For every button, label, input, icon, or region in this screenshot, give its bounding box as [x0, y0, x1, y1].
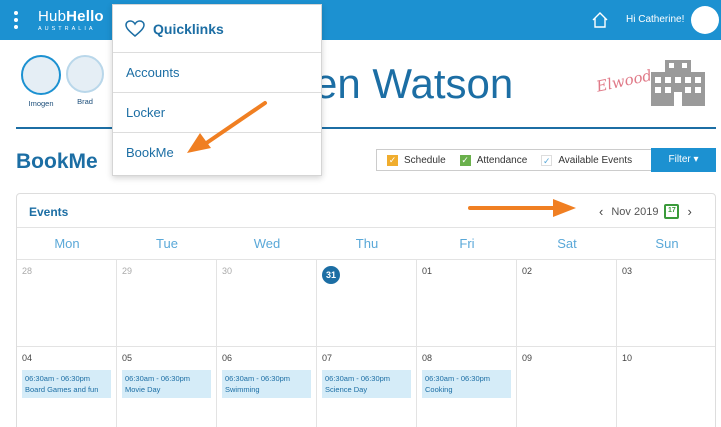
- legend-label: Attendance: [476, 154, 528, 166]
- weekday-label: Sun: [655, 236, 679, 251]
- profile-imogen[interactable]: Imogen: [21, 55, 61, 108]
- heart-icon: [125, 19, 145, 37]
- calendar-header: Events ‹ Nov 2019 17 ›: [17, 194, 715, 228]
- menu-item-bookme[interactable]: BookMe: [113, 133, 321, 173]
- menu-item-locker[interactable]: Locker: [113, 93, 321, 133]
- day-number: 02: [522, 266, 533, 276]
- day-number: 29: [122, 266, 133, 276]
- event-item[interactable]: 06:30am - 06:30pm Science Day: [322, 370, 411, 398]
- weekday-label: Mon: [54, 236, 80, 251]
- hubhello-logo[interactable]: HubHello AUSTRALIA: [38, 8, 104, 32]
- toggle-attendance[interactable]: ✓ Attendance: [459, 154, 528, 166]
- legend-toggles: ✓ Schedule ✓ Attendance ✓ Available Even…: [376, 149, 651, 171]
- day-number: 09: [522, 353, 533, 363]
- weekday-label: Wed: [253, 236, 281, 251]
- event-title: Movie Day: [125, 385, 161, 394]
- brand-bold: Hello: [66, 8, 104, 25]
- calendar-day[interactable]: 29: [117, 259, 217, 346]
- profile-brad[interactable]: Brad: [66, 55, 104, 106]
- weekday-header: Mon Tue Wed Thu Fri Sat Sun: [17, 229, 715, 259]
- calendar-title: Events: [29, 205, 69, 219]
- checkbox-available-events[interactable]: ✓: [541, 154, 553, 166]
- calendar-day[interactable]: 10: [617, 346, 715, 427]
- weekday-label: Tue: [156, 236, 178, 251]
- month-label: Nov 2019: [611, 205, 659, 218]
- calendar-grid: 28 29 30 31 01 02 03 04 06:30am - 06:30pm Board G…: [17, 259, 715, 427]
- quicklinks-header[interactable]: Quicklinks: [113, 5, 321, 53]
- user-greeting[interactable]: Hi Catherine!: [626, 14, 684, 25]
- event-time: 06:30am - 06:30pm: [225, 374, 291, 383]
- menu-icon[interactable]: [14, 11, 19, 29]
- brand-main: Hub: [38, 8, 67, 25]
- calendar-day[interactable]: 01: [417, 259, 517, 346]
- calendar-day[interactable]: 28: [17, 259, 117, 346]
- calendar-icon[interactable]: 17: [664, 204, 680, 219]
- child-name-title: en Watson: [314, 60, 514, 107]
- day-number: 07: [322, 353, 333, 363]
- brand-sub: AUSTRALIA: [38, 26, 96, 32]
- weekday-label: Sat: [557, 236, 577, 251]
- event-item[interactable]: 06:30am - 06:30pm Cooking: [422, 370, 511, 398]
- day-number: 30: [222, 266, 233, 276]
- building-icon: [651, 60, 705, 106]
- day-number: 10: [622, 353, 633, 363]
- home-icon[interactable]: [591, 11, 609, 29]
- calendar-day[interactable]: 03: [617, 259, 715, 346]
- event-time: 06:30am - 06:30pm: [125, 374, 191, 383]
- legend-label: Schedule: [404, 154, 446, 166]
- calendar-day[interactable]: 08 06:30am - 06:30pm Cooking: [417, 346, 517, 427]
- checkbox-attendance[interactable]: ✓: [459, 154, 471, 166]
- event-item[interactable]: 06:30am - 06:30pm Board Games and fun: [22, 370, 111, 398]
- calendar-day[interactable]: 07 06:30am - 06:30pm Science Day: [317, 346, 417, 427]
- event-item[interactable]: 06:30am - 06:30pm Swimming: [222, 370, 311, 398]
- day-number: 06: [222, 353, 233, 363]
- weekday-label: Thu: [355, 236, 379, 251]
- checkbox-schedule[interactable]: ✓: [387, 154, 398, 166]
- day-number: 03: [622, 266, 633, 276]
- event-title: Board Games and fun: [25, 385, 99, 394]
- quicklinks-label: Quicklinks: [153, 20, 224, 37]
- page-title: BookMe: [16, 150, 98, 173]
- day-number: 05: [122, 353, 133, 363]
- top-bar: HubHello AUSTRALIA Hi Catherine!: [0, 0, 721, 40]
- day-number: 28: [22, 266, 33, 276]
- event-title: Cooking: [425, 385, 453, 394]
- event-item[interactable]: 06:30am - 06:30pm Movie Day: [122, 370, 211, 398]
- event-title: Science Day: [325, 385, 368, 394]
- events-calendar: Events ‹ Nov 2019 17 › Mon Tue Wed Thu F…: [16, 193, 716, 427]
- quicklinks-dropdown: Quicklinks Accounts Locker BookMe: [112, 4, 322, 176]
- service-logo-text: Elwood: [594, 66, 654, 96]
- calendar-day[interactable]: 02: [517, 259, 617, 346]
- menu-item-accounts[interactable]: Accounts: [113, 53, 321, 93]
- next-month-button[interactable]: ›: [687, 204, 691, 219]
- weekday-label: Fri: [459, 236, 475, 251]
- user-avatar[interactable]: [691, 6, 719, 34]
- event-time: 06:30am - 06:30pm: [25, 374, 91, 383]
- avatar: [21, 55, 61, 95]
- day-number: 01: [422, 266, 433, 276]
- day-number: 08: [422, 353, 433, 363]
- toggle-available-events[interactable]: ✓ Available Events: [541, 154, 633, 166]
- calendar-day[interactable]: 06 06:30am - 06:30pm Swimming: [217, 346, 317, 427]
- avatar: [66, 55, 104, 93]
- today-marker: 31: [322, 266, 340, 284]
- filter-button[interactable]: Filter ▾: [651, 148, 716, 172]
- calendar-day[interactable]: 31: [317, 259, 417, 346]
- toggle-schedule[interactable]: ✓ Schedule: [387, 154, 446, 166]
- event-time: 06:30am - 06:30pm: [325, 374, 391, 383]
- event-title: Swimming: [225, 385, 260, 394]
- prev-month-button[interactable]: ‹: [599, 204, 603, 219]
- profile-name: Brad: [77, 97, 93, 106]
- calendar-day[interactable]: 09: [517, 346, 617, 427]
- calendar-day[interactable]: 30: [217, 259, 317, 346]
- calendar-day[interactable]: 05 06:30am - 06:30pm Movie Day: [117, 346, 217, 427]
- event-time: 06:30am - 06:30pm: [425, 374, 491, 383]
- day-number: 04: [22, 353, 33, 363]
- month-navigation: ‹ Nov 2019 17 ›: [599, 204, 692, 219]
- profile-name: Imogen: [28, 99, 54, 108]
- calendar-day[interactable]: 04 06:30am - 06:30pm Board Games and fun: [17, 346, 117, 427]
- legend-label: Available Events: [558, 154, 633, 166]
